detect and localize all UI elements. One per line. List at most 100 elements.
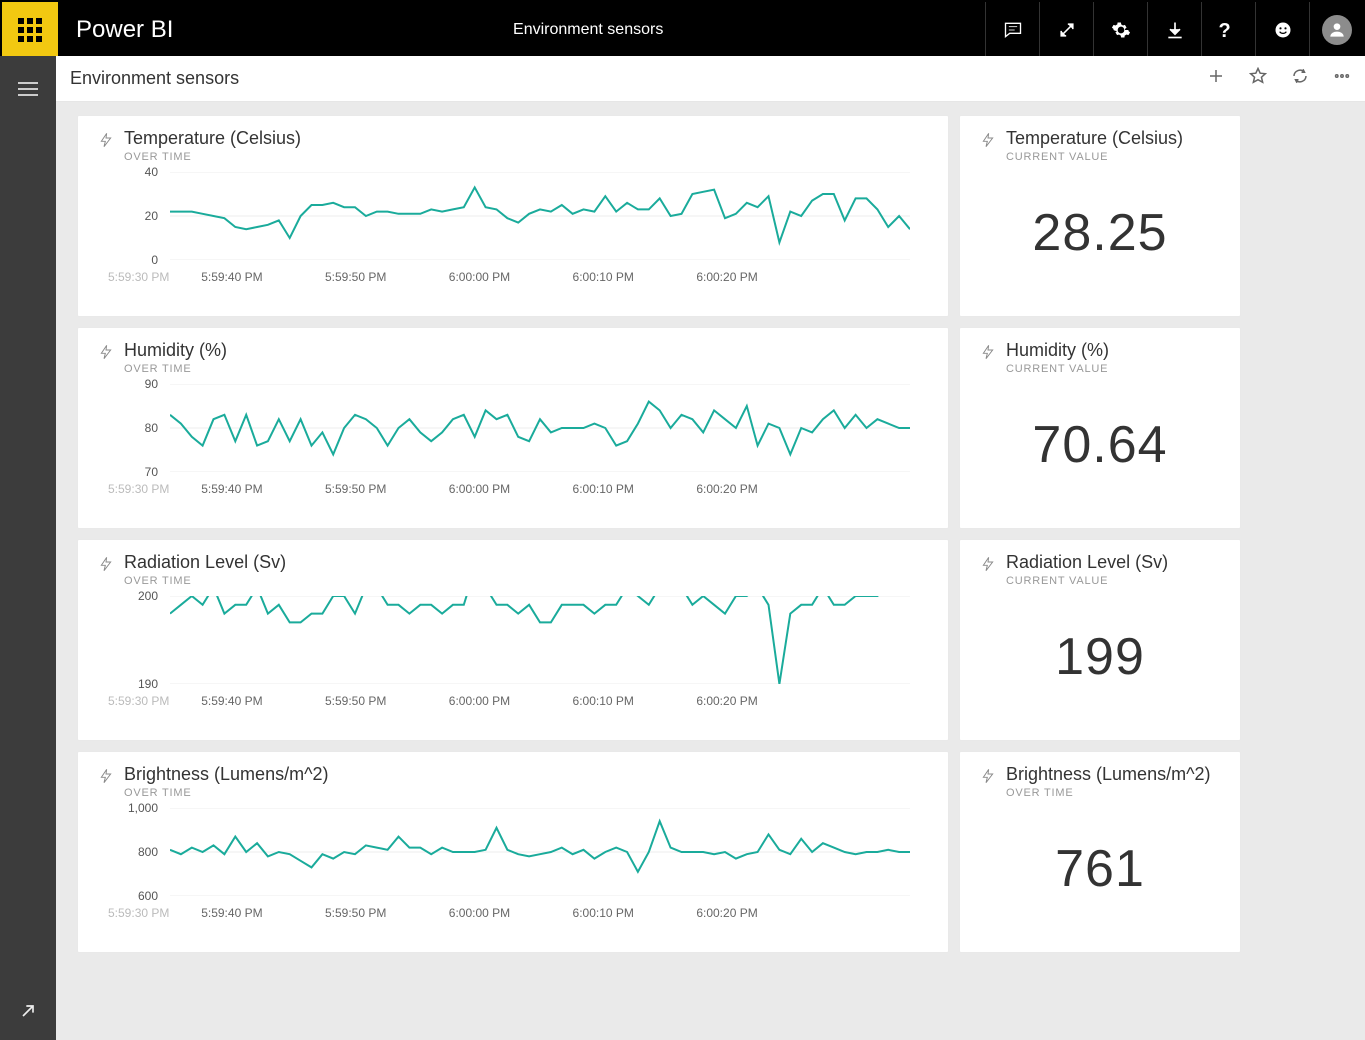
x-axis-tick: 6:00:20 PM (696, 270, 757, 284)
x-axis-tick: 6:00:10 PM (573, 270, 634, 284)
settings-button[interactable] (1093, 2, 1147, 58)
help-button[interactable]: ? (1201, 2, 1255, 58)
x-axis-tick: 5:59:30 PM (108, 482, 169, 496)
more-options-button[interactable] (1333, 67, 1351, 90)
x-axis-tick: 5:59:40 PM (201, 694, 262, 708)
line-chart (170, 384, 928, 472)
tile-title: Humidity (%) (1006, 340, 1109, 361)
y-axis: 708090 (78, 378, 166, 478)
subheader: Environment sensors (56, 56, 1365, 102)
chart-tile[interactable]: Temperature (Celsius)OVER TIME020405:59:… (78, 116, 948, 316)
tile-subtitle: OVER TIME (1006, 787, 1211, 799)
chart-tile[interactable]: Brightness (Lumens/m^2)OVER TIME6008001,… (78, 752, 948, 952)
x-axis-tick: 5:59:50 PM (325, 482, 386, 496)
tile-title: Humidity (%) (124, 340, 227, 361)
download-button[interactable] (1147, 2, 1201, 58)
avatar (1322, 15, 1352, 45)
x-axis-tick: 6:00:00 PM (449, 694, 510, 708)
x-axis-tick: 5:59:50 PM (325, 694, 386, 708)
chart-tile[interactable]: Humidity (%) OVER TIME 708090 5:59:30 PM 5:5… (78, 328, 948, 528)
subscribe-button[interactable] (1291, 67, 1309, 90)
ellipsis-icon (1333, 67, 1351, 85)
x-axis-tick: 6:00:00 PM (449, 482, 510, 496)
value-tile[interactable]: Temperature (Celsius) CURRENT VALUE 28.25 (960, 116, 1240, 316)
notifications-button[interactable] (985, 2, 1039, 58)
value-tile[interactable]: Brightness (Lumens/m^2)OVER TIME761 (960, 752, 1240, 952)
current-value: 28.25 (980, 203, 1220, 263)
y-axis: 02040 (78, 166, 166, 266)
x-axis-tick: 6:00:20 PM (696, 906, 757, 920)
tile-header: Temperature (Celsius) OVER TIME (98, 128, 928, 163)
chart-tile[interactable]: Radiation Level (Sv)OVER TIME 190 200 5:59:… (78, 540, 948, 740)
x-axis-tick: 6:00:10 PM (573, 694, 634, 708)
expand-pane-button[interactable] (18, 1001, 38, 1026)
topbar-actions: ? (985, 2, 1363, 58)
y-axis-tick: 200 (138, 589, 158, 603)
tile-subtitle: OVER TIME (124, 151, 301, 163)
page-title: Environment sensors (191, 2, 985, 58)
x-axis-tick: 5:59:40 PM (201, 270, 262, 284)
y-axis: 6008001,000 (78, 802, 166, 902)
value-tile[interactable]: Radiation Level (Sv)CURRENT VALUE199 (960, 540, 1240, 740)
x-axis-tick: 5:59:50 PM (325, 906, 386, 920)
app-launcher-button[interactable] (2, 2, 58, 58)
tile-header: Radiation Level (Sv)OVER TIME (98, 552, 928, 587)
subheader-actions (1207, 67, 1351, 90)
x-axis-tick: 5:59:40 PM (201, 906, 262, 920)
tile-header: Brightness (Lumens/m^2)OVER TIME (98, 764, 928, 799)
x-axis-tick: 5:59:40 PM (201, 482, 262, 496)
tile-header: Humidity (%)CURRENT VALUE (980, 340, 1220, 375)
y-axis-tick: 1,000 (128, 801, 158, 815)
streaming-icon (980, 343, 996, 366)
line-chart (170, 808, 928, 896)
streaming-icon (980, 767, 996, 790)
x-axis-tick: 6:00:00 PM (449, 270, 510, 284)
left-rail (0, 56, 56, 1040)
download-icon (1165, 20, 1185, 40)
account-button[interactable] (1309, 2, 1363, 58)
line-chart (170, 172, 928, 260)
x-axis-tick: 5:59:30 PM (108, 270, 169, 284)
favorite-button[interactable] (1249, 67, 1267, 90)
y-axis-tick: 190 (138, 677, 158, 691)
nav-toggle-button[interactable] (18, 78, 38, 100)
dashboard-title: Environment sensors (70, 68, 239, 89)
current-value: 70.64 (980, 415, 1220, 475)
dashboard-row: Radiation Level (Sv)OVER TIME 190 200 5:59:… (78, 540, 1355, 740)
streaming-icon (98, 343, 114, 366)
add-tile-button[interactable] (1207, 67, 1225, 90)
fullscreen-button[interactable] (1039, 2, 1093, 58)
tile-subtitle: CURRENT VALUE (1006, 151, 1183, 163)
streaming-icon (980, 555, 996, 578)
feedback-button[interactable] (1255, 2, 1309, 58)
tile-header: Humidity (%) OVER TIME (98, 340, 928, 375)
streaming-icon (980, 131, 996, 154)
y-axis-tick: 90 (145, 377, 158, 391)
refresh-icon (1291, 67, 1309, 85)
expand-icon (1057, 20, 1077, 40)
person-icon (1327, 20, 1347, 40)
tile-subtitle: OVER TIME (124, 363, 227, 375)
x-axis-tick: 5:59:30 PM (108, 694, 169, 708)
y-axis-tick: 40 (145, 165, 158, 179)
tile-title: Temperature (Celsius) (1006, 128, 1183, 149)
value-tile[interactable]: Humidity (%)CURRENT VALUE 70.64 (960, 328, 1240, 528)
tile-header: Brightness (Lumens/m^2)OVER TIME (980, 764, 1220, 799)
top-bar: Power BI Environment sensors ? (2, 2, 1363, 58)
plus-icon (1207, 67, 1225, 85)
dashboard-row: Humidity (%) OVER TIME 708090 5:59:30 PM 5:5… (78, 328, 1355, 528)
y-axis-tick: 70 (145, 465, 158, 479)
tile-header: Temperature (Celsius) CURRENT VALUE (980, 128, 1220, 163)
streaming-icon (98, 555, 114, 578)
star-icon (1249, 67, 1267, 85)
streaming-icon (98, 131, 114, 154)
tile-title: Temperature (Celsius) (124, 128, 301, 149)
dashboard-row: Brightness (Lumens/m^2)OVER TIME6008001,… (78, 752, 1355, 952)
y-axis-tick: 600 (138, 889, 158, 903)
tile-header: Radiation Level (Sv)CURRENT VALUE (980, 552, 1220, 587)
dashboard-canvas: Temperature (Celsius)OVER TIME020405:59:… (56, 102, 1365, 1040)
content: Environment sensors Temperature (Celsius… (56, 56, 1365, 1040)
tile-title: Radiation Level (Sv) (124, 552, 286, 573)
y-axis-tick: 20 (145, 209, 158, 223)
x-axis-tick: 6:00:20 PM (696, 482, 757, 496)
